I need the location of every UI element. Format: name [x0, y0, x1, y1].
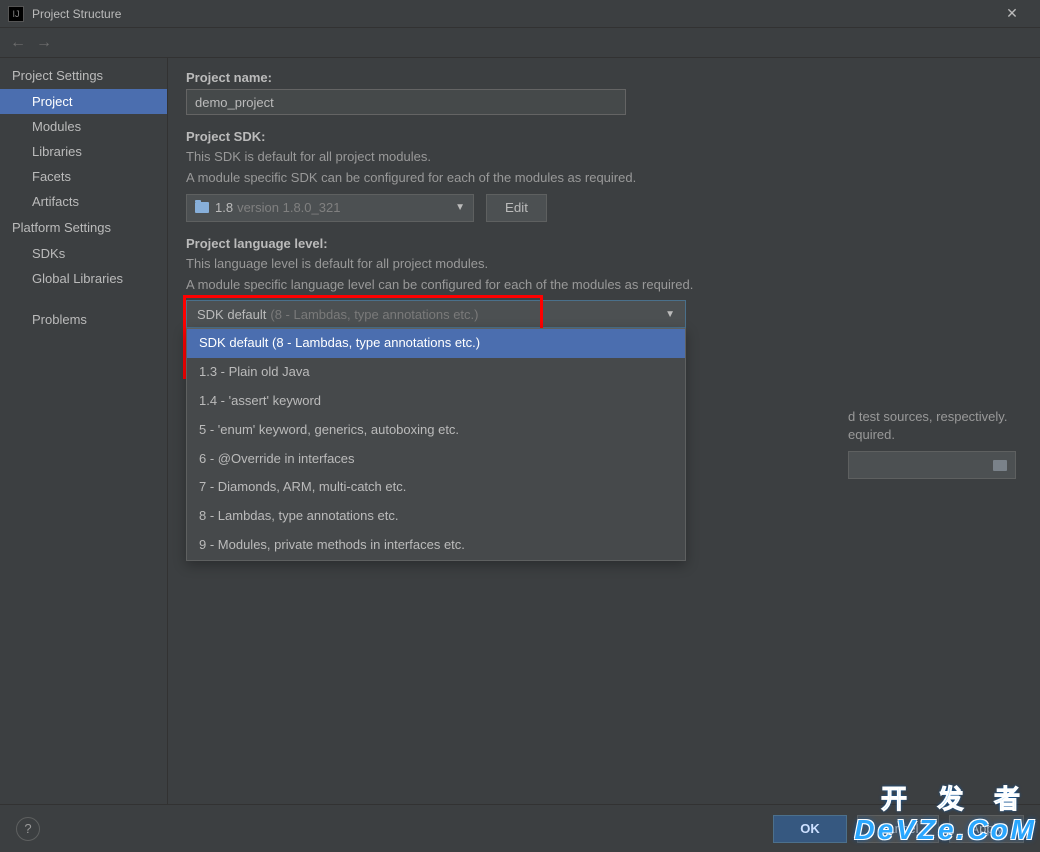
lang-desc-1: This language level is default for all p… — [186, 255, 1022, 274]
lang-option-8[interactable]: 8 - Lambdas, type annotations etc. — [187, 502, 685, 531]
lang-desc-2: A module specific language level can be … — [186, 276, 1022, 295]
sidebar-item-problems[interactable]: Problems — [0, 307, 167, 332]
project-name-input[interactable] — [186, 89, 626, 115]
lang-option-5[interactable]: 5 - 'enum' keyword, generics, autoboxing… — [187, 416, 685, 445]
project-name-label: Project name: — [186, 70, 1022, 85]
lang-option-sdk-default[interactable]: SDK default (8 - Lambdas, type annotatio… — [187, 329, 685, 358]
compiler-output-field[interactable] — [848, 451, 1016, 479]
sidebar-item-facets[interactable]: Facets — [0, 164, 167, 189]
close-icon[interactable]: ✕ — [992, 5, 1032, 22]
sdk-value: 1.8 — [215, 200, 233, 215]
app-icon: IJ — [8, 6, 24, 22]
lang-value: SDK default — [197, 307, 266, 322]
obscured-text: d test sources, respectively. — [848, 408, 1040, 427]
language-level-combo[interactable]: SDK default (8 - Lambdas, type annotatio… — [186, 300, 686, 328]
language-level-label: Project language level: — [186, 236, 1022, 251]
sidebar-header-project-settings: Project Settings — [0, 62, 167, 89]
back-icon[interactable]: ← — [10, 34, 26, 52]
sidebar-item-sdks[interactable]: SDKs — [0, 241, 167, 266]
sidebar-header-platform-settings: Platform Settings — [0, 214, 167, 241]
sdk-desc-1: This SDK is default for all project modu… — [186, 148, 1022, 167]
title-bar: IJ Project Structure ✕ — [0, 0, 1040, 28]
window-title: Project Structure — [32, 7, 121, 21]
nav-toolbar: ← → — [0, 28, 1040, 58]
lang-option-1-3[interactable]: 1.3 - Plain old Java — [187, 358, 685, 387]
lang-option-6[interactable]: 6 - @Override in interfaces — [187, 445, 685, 474]
sdk-desc-2: A module specific SDK can be configured … — [186, 169, 1022, 188]
edit-sdk-button[interactable]: Edit — [486, 194, 547, 222]
lang-hint: (8 - Lambdas, type annotations etc.) — [270, 307, 478, 322]
lang-option-1-4[interactable]: 1.4 - 'assert' keyword — [187, 387, 685, 416]
lang-option-7[interactable]: 7 - Diamonds, ARM, multi-catch etc. — [187, 473, 685, 502]
sidebar-item-artifacts[interactable]: Artifacts — [0, 189, 167, 214]
sdk-version: version 1.8.0_321 — [237, 200, 340, 215]
sidebar: Project Settings Project Modules Librari… — [0, 58, 168, 804]
forward-icon[interactable]: → — [36, 34, 52, 52]
chevron-down-icon: ▼ — [455, 202, 465, 213]
lang-option-9[interactable]: 9 - Modules, private methods in interfac… — [187, 531, 685, 560]
sidebar-item-global-libraries[interactable]: Global Libraries — [0, 266, 167, 291]
chevron-down-icon: ▼ — [665, 309, 675, 320]
obscured-text: equired. — [848, 426, 1040, 445]
cancel-button[interactable]: Cancel — [857, 815, 939, 843]
sidebar-item-project[interactable]: Project — [0, 89, 167, 114]
apply-button[interactable]: Apply — [949, 815, 1024, 843]
folder-icon — [195, 202, 209, 213]
ok-button[interactable]: OK — [773, 815, 847, 843]
language-level-dropdown: SDK default (8 - Lambdas, type annotatio… — [186, 328, 686, 560]
project-sdk-combo[interactable]: 1.8 version 1.8.0_321 ▼ — [186, 194, 474, 222]
sidebar-item-modules[interactable]: Modules — [0, 114, 167, 139]
content-panel: Project name: Project SDK: This SDK is d… — [168, 58, 1040, 804]
sidebar-item-libraries[interactable]: Libraries — [0, 139, 167, 164]
help-button[interactable]: ? — [16, 817, 40, 841]
dialog-footer: ? OK Cancel Apply — [0, 804, 1040, 852]
project-sdk-label: Project SDK: — [186, 129, 1022, 144]
browse-icon — [993, 460, 1007, 471]
